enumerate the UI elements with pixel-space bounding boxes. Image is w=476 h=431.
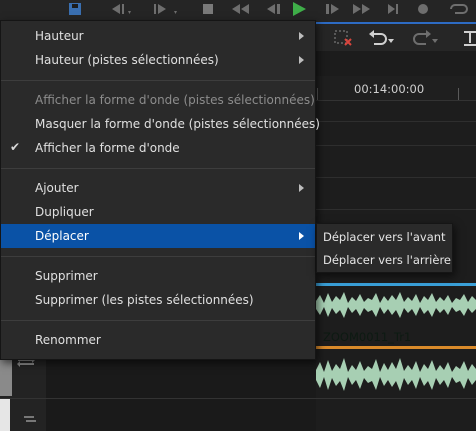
track-divider: [316, 121, 476, 122]
rewind-icon[interactable]: [230, 0, 252, 18]
menu-item-label: Ajouter: [35, 181, 79, 195]
move-submenu: Déplacer vers l'avant Déplacer vers l'ar…: [316, 223, 453, 273]
track-divider: [0, 398, 476, 399]
menu-item-rename[interactable]: Renommer: [1, 328, 315, 352]
save-icon[interactable]: [66, 0, 84, 18]
undo-icon[interactable]: [368, 29, 396, 47]
menu-item-label: Supprimer: [35, 269, 98, 283]
track-divider: [316, 145, 476, 146]
menu-item-label: Dupliquer: [35, 205, 94, 219]
waveform-1: [316, 292, 476, 318]
menu-separator: [1, 168, 315, 169]
menu-item-add[interactable]: Ajouter: [1, 176, 315, 200]
track-divider: [316, 209, 476, 210]
menu-item-label: Hauteur: [35, 29, 84, 43]
fast-forward-icon[interactable]: [350, 0, 372, 18]
go-to-end-icon[interactable]: [384, 0, 402, 18]
menu-item-show-waveform[interactable]: ✔ Afficher la forme d'onde: [1, 136, 315, 160]
menu-item-label: Supprimer (les pistes sélectionnées): [35, 293, 254, 307]
submenu-item-move-backward[interactable]: Déplacer vers l'arrière: [317, 248, 452, 272]
submenu-item-label: Déplacer vers l'avant: [323, 230, 446, 244]
menu-item-label: Masquer la forme d'onde (pistes sélectio…: [35, 117, 320, 131]
menu-item-show-waveform-selected[interactable]: Afficher la forme d'onde (pistes sélecti…: [1, 88, 315, 112]
ruler-tick: [458, 88, 459, 100]
menu-item-label: Afficher la forme d'onde: [35, 141, 180, 155]
play-icon[interactable]: [288, 0, 310, 18]
clip-selection-bar: [316, 283, 476, 286]
track-color-indicator: [0, 399, 10, 431]
menu-item-move[interactable]: Déplacer: [1, 224, 315, 248]
menu-item-height[interactable]: Hauteur: [1, 24, 315, 48]
menu-item-duplicate[interactable]: Dupliquer: [1, 200, 315, 224]
next-edit-icon[interactable]: [150, 0, 180, 18]
text-tool-icon[interactable]: [462, 29, 476, 47]
track-swap-icon-2[interactable]: [22, 412, 38, 426]
track-context-menu: Hauteur Hauteur (pistes sélectionnées) A…: [0, 20, 320, 360]
menu-item-hide-waveform-selected[interactable]: Masquer la forme d'onde (pistes sélectio…: [1, 112, 320, 136]
waveform-2: [316, 358, 476, 391]
submenu-item-move-forward[interactable]: Déplacer vers l'avant: [317, 225, 452, 249]
menu-separator: [1, 256, 315, 257]
ruler-time-label: 00:14:00:00: [354, 82, 425, 96]
previous-edit-icon[interactable]: [108, 0, 134, 18]
menu-item-label: Hauteur (pistes sélectionnées): [35, 53, 219, 67]
redo-icon[interactable]: [412, 29, 440, 47]
clip-title: ZOOM0011_Tr1: [323, 330, 412, 344]
submenu-arrow-icon: [299, 32, 304, 40]
timeline-toolbar: [316, 25, 476, 51]
menu-item-label: Renommer: [35, 333, 101, 347]
timeline-ruler[interactable]: 00:14:00:00: [316, 76, 476, 101]
menu-item-delete[interactable]: Supprimer: [1, 264, 315, 288]
menu-separator: [1, 80, 315, 81]
stop-icon[interactable]: [200, 0, 216, 18]
menu-item-label: Afficher la forme d'onde (pistes sélecti…: [35, 93, 315, 107]
checkmark-icon: ✔: [10, 140, 21, 154]
submenu-arrow-icon: [299, 184, 304, 192]
submenu-item-label: Déplacer vers l'arrière: [323, 253, 451, 267]
loop-icon[interactable]: [446, 0, 472, 18]
record-icon[interactable]: [414, 0, 432, 18]
menu-separator: [1, 320, 315, 321]
clip-gain-line[interactable]: [316, 346, 476, 349]
ruler-tick: [317, 88, 318, 100]
submenu-arrow-icon: [299, 232, 304, 240]
submenu-arrow-icon: [299, 56, 304, 64]
step-back-icon[interactable]: [262, 0, 284, 18]
menu-item-label: Déplacer: [35, 229, 89, 243]
menu-item-delete-selected-tracks[interactable]: Supprimer (les pistes sélectionnées): [1, 288, 315, 312]
track-divider: [316, 177, 476, 178]
step-forward-icon[interactable]: [322, 0, 344, 18]
delete-marker-icon[interactable]: [334, 29, 354, 47]
menu-item-height-selected-tracks[interactable]: Hauteur (pistes sélectionnées): [1, 48, 315, 72]
